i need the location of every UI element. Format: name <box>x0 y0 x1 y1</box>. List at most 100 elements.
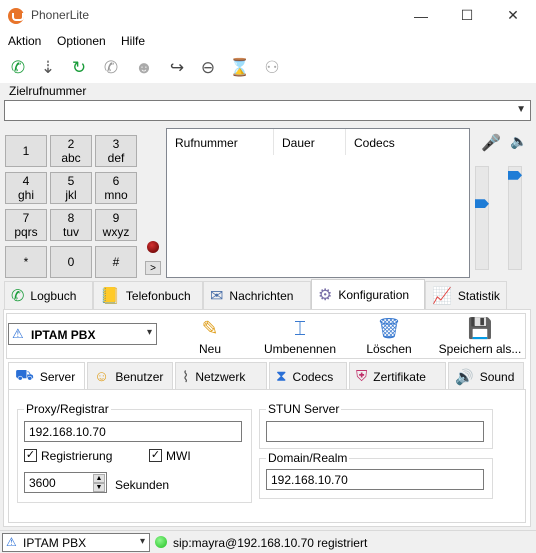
call-log-icon: ✆ <box>11 287 25 305</box>
keypad-key-9[interactable]: 9 wxyz <box>95 209 137 241</box>
seconds-increment-button[interactable]: ▲ <box>93 474 105 483</box>
microphone-volume-slider[interactable] <box>475 166 489 270</box>
chevron-down-icon: ▾ <box>146 327 152 338</box>
keypad-key-5[interactable]: 5 jkl <box>50 172 92 204</box>
menu-hilfe[interactable]: Hilfe <box>121 34 145 48</box>
column-header-rufnummer[interactable]: Rufnummer <box>167 129 274 155</box>
statistics-chart-icon: 📈 <box>432 287 452 305</box>
keypad-expand-button[interactable]: > <box>145 261 161 275</box>
registrierung-checkbox[interactable]: ✓ <box>24 449 37 462</box>
subtab-server[interactable]: ⛟ Server <box>8 362 85 390</box>
rename-cursor-icon: ⌶ <box>294 318 306 340</box>
proxy-registrar-input[interactable]: 192.168.10.70 <box>24 421 242 442</box>
status-profile-select[interactable]: ⚠ IPTAM PBX ▾ <box>2 533 150 552</box>
subtab-server-label: Server <box>39 369 76 384</box>
close-button[interactable]: ✕ <box>490 0 536 31</box>
keypad-letters: jkl <box>65 188 77 202</box>
keypad-key-7[interactable]: 7 pqrs <box>5 209 47 241</box>
keypad-key-4[interactable]: 4 ghi <box>5 172 47 204</box>
transfer-icon[interactable]: ↻ <box>68 57 90 79</box>
record-icon[interactable]: ⚇ <box>261 57 283 79</box>
stun-server-input[interactable] <box>266 421 484 442</box>
domain-realm-input[interactable]: 192.168.10.70 <box>266 469 484 490</box>
keypad-digit: 0 <box>67 255 75 269</box>
save-as-button[interactable]: 💾 Speichern als... <box>436 316 524 358</box>
keypad-key-star[interactable]: * <box>5 246 47 278</box>
provider-icon: ⚠ <box>6 535 17 549</box>
keypad-digit: 8 <box>67 211 75 225</box>
keypad-digit: * <box>23 255 29 269</box>
keypad-letters: mno <box>104 188 128 202</box>
tab-statistik[interactable]: 📈 Statistik <box>425 281 507 309</box>
new-button[interactable]: ✎ Neu <box>193 316 227 358</box>
reject-icon[interactable]: ⊖ <box>197 57 219 79</box>
subtab-netzwerk[interactable]: ⌇ Netzwerk <box>175 362 267 390</box>
subtab-benutzer[interactable]: ☺ Benutzer <box>87 362 173 390</box>
microphone-mute-icon[interactable]: 🎤 <box>481 133 501 153</box>
domain-group-title: Domain/Realm <box>266 451 350 465</box>
hold-icon[interactable]: ⇣ <box>37 57 59 79</box>
keypad-letters: tuv <box>62 225 79 239</box>
trash-icon: 🗑 <box>376 318 402 340</box>
minimize-button[interactable]: — <box>398 0 444 31</box>
tab-telefonbuch[interactable]: 📒 Telefonbuch <box>93 281 203 309</box>
new-button-label: Neu <box>198 342 221 356</box>
rename-button[interactable]: ⌶ Umbenennen <box>258 316 342 358</box>
speaker-volume-slider[interactable] <box>508 166 522 270</box>
speaker-icon: 🔊 <box>455 368 474 386</box>
chevron-down-icon: ▾ <box>139 536 145 547</box>
column-header-codecs[interactable]: Codecs <box>346 129 469 155</box>
call-icon[interactable]: ✆ <box>7 57 29 79</box>
active-calls-list[interactable]: Rufnummer Dauer Codecs <box>166 128 470 278</box>
subtab-sound-label: Sound <box>479 369 515 384</box>
delete-button-label: Löschen <box>366 342 412 356</box>
save-as-button-label: Speichern als... <box>438 342 522 356</box>
redial-icon[interactable]: ✆ <box>100 57 122 79</box>
keypad-key-2[interactable]: 2 abc <box>50 135 92 167</box>
tab-logbuch[interactable]: ✆ Logbuch <box>4 281 93 309</box>
conference-icon[interactable]: ☻ <box>133 57 155 79</box>
provider-select-value: IPTAM PBX <box>31 328 96 342</box>
title-bar: PhonerLite — ☐ ✕ <box>0 0 536 31</box>
destination-combobox[interactable]: ▼ <box>4 100 531 121</box>
seconds-decrement-button[interactable]: ▼ <box>93 483 105 492</box>
keypad-digit: 6 <box>112 174 120 188</box>
subtab-codecs[interactable]: ⧗ Codecs <box>269 362 347 390</box>
chevron-down-icon: ▼ <box>516 104 526 115</box>
keypad-key-1[interactable]: 1 <box>5 135 47 167</box>
window-title: PhonerLite <box>31 8 90 22</box>
messages-icon: ✉ <box>210 287 224 305</box>
keypad-letters: pqrs <box>14 225 38 239</box>
maximize-button[interactable]: ☐ <box>444 0 490 31</box>
keypad-digit: 7 <box>22 211 30 225</box>
phonerlite-logo-icon <box>8 8 24 24</box>
tab-nachrichten[interactable]: ✉ Nachrichten <box>203 281 311 309</box>
keypad-digit: 2 <box>67 137 75 151</box>
keypad-key-6[interactable]: 6 mno <box>95 172 137 204</box>
keypad-key-hash[interactable]: # <box>95 246 137 278</box>
keypad-digit: # <box>112 255 120 269</box>
tab-konfiguration-label: Konfiguration <box>338 288 410 302</box>
user-icon: ☺ <box>94 368 110 385</box>
rename-button-label: Umbenennen <box>263 342 337 356</box>
delete-button[interactable]: 🗑 Löschen <box>364 316 414 358</box>
forward-icon[interactable]: ↪ <box>166 57 188 79</box>
provider-select[interactable]: ⚠ IPTAM PBX ▾ <box>8 323 157 345</box>
toolbar: ✆ ⇣ ↻ ✆ ☻ ↪ ⊖ ⌛ ⚇ <box>0 51 536 83</box>
proxy-group-title: Proxy/Registrar <box>24 402 111 416</box>
menu-optionen[interactable]: Optionen <box>57 34 106 48</box>
keypad-key-8[interactable]: 8 tuv <box>50 209 92 241</box>
subtab-sound[interactable]: 🔊 Sound <box>448 362 524 390</box>
keypad-key-0[interactable]: 0 <box>50 246 92 278</box>
tab-konfiguration[interactable]: ⚙ Konfiguration <box>311 279 425 310</box>
dnd-icon[interactable]: ⌛ <box>229 57 251 79</box>
status-message: sip:mayra@192.168.10.70 registriert <box>173 536 368 550</box>
column-header-dauer[interactable]: Dauer <box>274 129 346 155</box>
volume-controls: 🎤 🔈 <box>472 128 534 278</box>
mwi-checkbox[interactable]: ✓ <box>149 449 162 462</box>
subtab-zertifikate[interactable]: ⛨ Zertifikate <box>349 362 446 390</box>
menu-aktion[interactable]: Aktion <box>8 34 41 48</box>
mwi-label: MWI <box>166 449 191 463</box>
keypad-key-3[interactable]: 3 def <box>95 135 137 167</box>
speaker-mute-icon[interactable]: 🔈 <box>510 133 527 150</box>
